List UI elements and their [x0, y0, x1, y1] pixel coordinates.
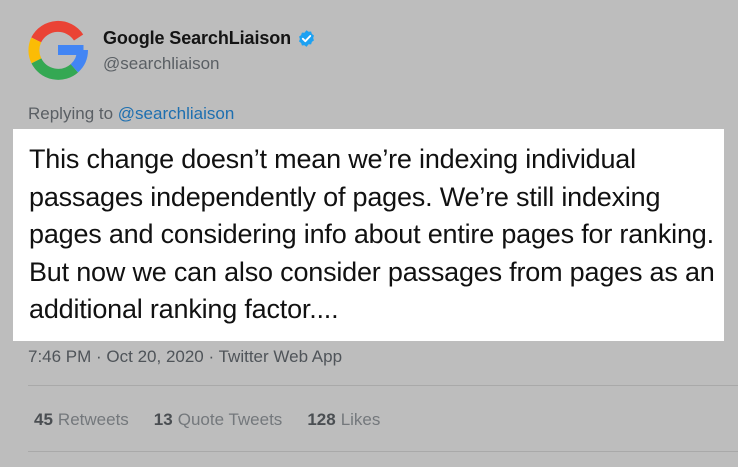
divider: [28, 385, 738, 386]
retweets-count: 45: [34, 410, 53, 429]
tweet-source-link[interactable]: Twitter Web App: [219, 347, 342, 366]
replying-to-label: Replying to: [28, 104, 114, 123]
quote-tweets-stat-link[interactable]: 13 Quote Tweets: [154, 410, 283, 430]
likes-stat-link[interactable]: 128 Likes: [307, 410, 380, 430]
google-g-logo-icon[interactable]: [28, 20, 88, 80]
tweet-author: Google SearchLiaison @searchliaison: [103, 28, 316, 74]
likes-label: Likes: [340, 410, 381, 429]
tweet-timestamp-link[interactable]: 7:46 PM · Oct 20, 2020: [28, 347, 204, 366]
tweet-text: This change doesn’t mean we’re indexing …: [29, 144, 715, 324]
tweet-meta: 7:46 PM · Oct 20, 2020 · Twitter Web App: [28, 347, 342, 367]
author-name-row: Google SearchLiaison: [103, 28, 316, 49]
divider: [28, 451, 738, 452]
tweet-stats: 45 Retweets 13 Quote Tweets 128 Likes: [34, 410, 380, 430]
replying-to-handle-link[interactable]: @searchliaison: [118, 104, 234, 123]
author-display-name[interactable]: Google SearchLiaison: [103, 28, 291, 49]
meta-separator: ·: [208, 347, 215, 366]
author-handle[interactable]: @searchliaison: [103, 54, 316, 74]
tweet-card: Google SearchLiaison @searchliaison Repl…: [0, 0, 738, 467]
quote-tweets-count: 13: [153, 410, 173, 429]
verified-badge-icon: [299, 30, 314, 47]
retweets-label: Retweets: [57, 410, 129, 429]
quote-tweets-label: Quote Tweets: [177, 410, 283, 429]
likes-count: 128: [307, 410, 336, 429]
replying-to-line: Replying to @searchliaison: [28, 104, 234, 124]
retweets-stat-link[interactable]: 45 Retweets: [34, 410, 129, 430]
